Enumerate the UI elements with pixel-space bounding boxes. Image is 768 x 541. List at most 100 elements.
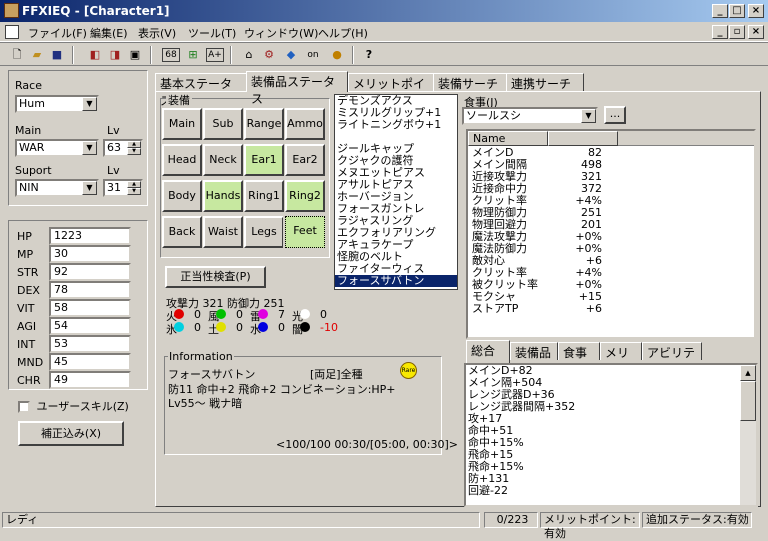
- stat-field[interactable]: 30: [49, 245, 131, 263]
- tool2-icon[interactable]: ◨: [106, 46, 124, 64]
- tab-2[interactable]: メリットポイント: [348, 73, 434, 108]
- menu-tools[interactable]: ツール(T): [188, 25, 236, 41]
- subtab-0[interactable]: 総合: [466, 340, 510, 363]
- stat-field[interactable]: 45: [49, 353, 131, 371]
- subtab-4[interactable]: アビリティ: [642, 342, 702, 377]
- equip-slot-ring2[interactable]: Ring2: [285, 180, 325, 212]
- status-count: 0/223: [484, 512, 538, 528]
- sub-lv-spinner[interactable]: 31 ▲ ▼: [103, 179, 143, 197]
- tab-1[interactable]: 装備品ステータス: [246, 71, 348, 106]
- correction-button[interactable]: 補正込み(X): [18, 421, 124, 446]
- main-job-select[interactable]: WAR ▼: [15, 139, 99, 157]
- minimize-button[interactable]: _: [712, 4, 728, 18]
- help-icon[interactable]: ?: [360, 46, 378, 64]
- equip-slot-body[interactable]: Body: [162, 180, 202, 212]
- subtab-2[interactable]: 食事: [558, 342, 600, 360]
- stat-label: DEX: [17, 284, 40, 297]
- race-value: Hum: [19, 97, 45, 110]
- tool-aplus-icon[interactable]: A+: [206, 48, 224, 62]
- status-merit: メリットポイント:有効: [540, 512, 640, 540]
- validate-button[interactable]: 正当性検査(P): [165, 266, 266, 288]
- equip-slot-neck[interactable]: Neck: [203, 144, 243, 176]
- stat-field[interactable]: 58: [49, 299, 131, 317]
- scrollbar[interactable]: ▲: [740, 365, 756, 505]
- child-close-button[interactable]: ×: [748, 25, 764, 39]
- stat-field[interactable]: 1223: [49, 227, 131, 245]
- equip-slot-waist[interactable]: Waist: [203, 216, 243, 248]
- tool-food-icon[interactable]: ●: [328, 46, 346, 64]
- child-restore-button[interactable]: ▫: [729, 25, 745, 39]
- tool-house-icon[interactable]: ⌂: [240, 46, 258, 64]
- menu-window[interactable]: ウィンドウ(W): [244, 25, 318, 41]
- menu-bar: ファイル(F) 編集(E) 表示(V) ツール(T) ウィンドウ(W) ヘルプ(…: [0, 22, 768, 42]
- status-name-column[interactable]: Name: [468, 131, 548, 146]
- tab-3[interactable]: 装備サーチ: [433, 73, 507, 91]
- equip-slot-main[interactable]: Main: [162, 108, 202, 140]
- tool-68-icon[interactable]: 68: [162, 48, 180, 62]
- tool-grid-icon[interactable]: ⊞: [184, 46, 202, 64]
- user-skill-checkbox[interactable]: ユーザースキル(Z): [18, 398, 129, 414]
- tool3-icon[interactable]: ▣: [126, 46, 144, 64]
- tool-cube-icon[interactable]: ◆: [282, 46, 300, 64]
- equip-slot-back[interactable]: Back: [162, 216, 202, 248]
- tab-4[interactable]: 連携サーチ: [506, 73, 584, 91]
- scroll-up-icon[interactable]: ▲: [740, 365, 756, 381]
- document-icon[interactable]: [5, 25, 19, 39]
- stat-field[interactable]: 92: [49, 263, 131, 281]
- equip-list-item[interactable]: フォースサバトン: [335, 275, 457, 287]
- spin-up-icon[interactable]: ▲: [127, 181, 141, 188]
- child-minimize-button[interactable]: _: [712, 25, 728, 39]
- status-value: +6: [585, 302, 602, 315]
- spin-up-icon[interactable]: ▲: [127, 141, 141, 148]
- element-orb-icon: [300, 309, 310, 319]
- main-lv-spinner[interactable]: 63 ▲ ▼: [103, 139, 143, 157]
- equip-slot-feet[interactable]: Feet: [283, 214, 327, 250]
- scroll-thumb[interactable]: [740, 381, 756, 421]
- equip-slot-range[interactable]: Range: [244, 108, 284, 140]
- equip-slot-legs[interactable]: Legs: [244, 216, 284, 248]
- title-bar: FFXIEQ - [Character1] _ □ ×: [0, 0, 768, 22]
- tool1-icon[interactable]: ◧: [86, 46, 104, 64]
- subtab-3[interactable]: メリポ: [600, 342, 642, 377]
- chevron-down-icon[interactable]: ▼: [82, 141, 97, 155]
- chevron-down-icon[interactable]: ▼: [581, 109, 596, 123]
- spin-down-icon[interactable]: ▼: [127, 188, 141, 195]
- menu-help[interactable]: ヘルプ(H): [318, 25, 368, 41]
- maximize-button[interactable]: □: [729, 4, 745, 18]
- equip-slot-ammo[interactable]: Ammo: [285, 108, 325, 140]
- spin-down-icon[interactable]: ▼: [127, 148, 141, 155]
- tool-on-icon[interactable]: on: [304, 46, 322, 64]
- stat-label: CHR: [17, 374, 41, 387]
- equip-slot-ring1[interactable]: Ring1: [244, 180, 284, 212]
- stat-field[interactable]: 49: [49, 371, 131, 389]
- chevron-down-icon[interactable]: ▼: [82, 181, 97, 195]
- stat-field[interactable]: 54: [49, 317, 131, 335]
- checkbox-icon[interactable]: [18, 401, 30, 413]
- menu-edit[interactable]: 編集(E): [90, 25, 128, 41]
- equip-slot-ear1[interactable]: Ear1: [244, 144, 284, 176]
- save-icon[interactable]: ■: [48, 46, 66, 64]
- menu-view[interactable]: 表示(V): [138, 25, 176, 41]
- open-folder-icon[interactable]: ▰: [28, 46, 46, 64]
- food-select[interactable]: ソールスシ ▼: [462, 107, 598, 125]
- status-value-column[interactable]: [548, 131, 618, 146]
- equip-slot-hands[interactable]: Hands: [203, 180, 243, 212]
- race-label: Race: [15, 79, 42, 92]
- new-file-icon[interactable]: 🗋: [8, 46, 26, 64]
- equip-slot-sub[interactable]: Sub: [203, 108, 243, 140]
- subtab-1[interactable]: 装備品: [510, 342, 558, 360]
- stat-field[interactable]: 78: [49, 281, 131, 299]
- menu-file[interactable]: ファイル(F): [28, 25, 87, 41]
- food-browse-button[interactable]: ...: [604, 106, 626, 124]
- sub-job-select[interactable]: NIN ▼: [15, 179, 99, 197]
- tool-gear-icon[interactable]: ⚙: [260, 46, 278, 64]
- race-select[interactable]: Hum ▼: [15, 95, 99, 113]
- equip-slot-head[interactable]: Head: [162, 144, 202, 176]
- summary-line: 飛命+15%: [468, 460, 524, 473]
- close-button[interactable]: ×: [748, 4, 764, 18]
- equip-list-item[interactable]: ライトニングボウ+1: [335, 119, 457, 131]
- tab-0[interactable]: 基本ステータス: [155, 73, 247, 108]
- stat-field[interactable]: 53: [49, 335, 131, 353]
- equip-slot-ear2[interactable]: Ear2: [285, 144, 325, 176]
- chevron-down-icon[interactable]: ▼: [82, 97, 97, 111]
